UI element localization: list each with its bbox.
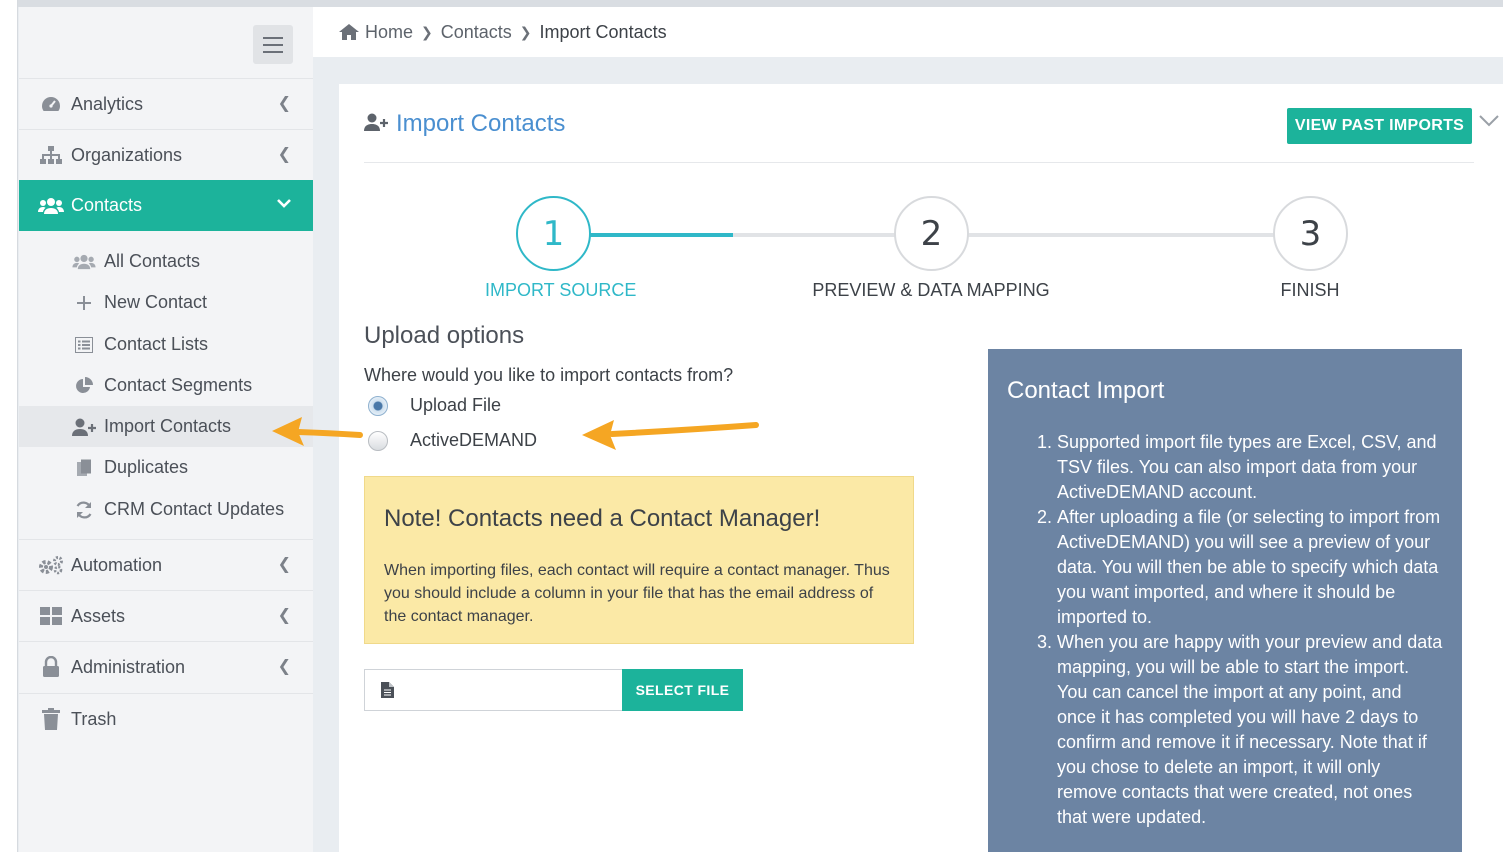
chevron-left-icon: ❮ [277,556,291,573]
sidebar-item-administration[interactable]: Administration ❮ [19,641,313,692]
step-3-label: FINISH [1280,280,1340,300]
chevron-left-icon: ❮ [277,146,291,163]
sidebar-item-label: Administration [71,656,186,677]
step-2-label: PREVIEW & DATA MAPPING [812,280,1050,300]
chevron-left-icon: ❮ [277,607,291,624]
radio-button[interactable] [368,430,388,451]
breadcrumb-current: Import Contacts [539,21,667,42]
sidebar-subitem-label: All Contacts [104,251,201,271]
chevron-left-icon: ❮ [277,95,291,112]
menu-toggle-button[interactable] [253,25,293,64]
import-card: Import Contacts VIEW PAST IMPORTS 1 IMPO… [339,84,1503,852]
list-icon [71,336,97,353]
users-icon [37,197,65,215]
contact-manager-note: Note! Contacts need a Contact Manager! W… [364,476,914,644]
radio-label: ActiveDEMAND [410,430,538,450]
pie-chart-icon [71,376,97,395]
note-title: Note! Contacts need a Contact Manager! [384,505,821,532]
sidebar-subitem-new-contact[interactable]: New Contact [19,282,313,323]
annotation-arrow-left-icon [582,420,759,450]
chevron-left-icon: ❮ [277,658,291,675]
page-title: Import Contacts [364,110,565,138]
sidebar-subitem-crm-contact-updates[interactable]: CRM Contact Updates [19,489,313,530]
page-title-text: Import Contacts [396,110,566,137]
sidebar-item-automation[interactable]: Automation ❮ [19,539,313,590]
sidebar-subitem-label: CRM Contact Updates [104,499,285,519]
sidebar-item-label: Analytics [71,93,144,114]
file-icon [381,682,394,698]
hamburger-icon-bar [263,50,283,53]
users-icon [71,254,97,270]
contact-import-info-panel: Contact Import Supported import file typ… [988,349,1462,852]
note-body: When importing files, each contact will … [384,562,890,625]
sidebar-item-assets[interactable]: Assets ❮ [19,590,313,641]
step-1-circle: 1 [516,196,591,271]
breadcrumb: Home ❯ Contacts ❯ Import Contacts [313,7,1503,57]
step-1-label: IMPORT SOURCE [485,280,637,300]
sidebar-item-label: Contacts [71,195,143,215]
sidebar-subitem-label: Import Contacts [104,416,232,436]
file-input[interactable] [364,669,622,711]
select-file-button[interactable]: SELECT FILE [622,669,743,711]
sidebar-item-contacts[interactable]: Contacts [19,180,313,231]
radio-upload-file[interactable]: Upload File [368,395,501,416]
chevron-right-icon: ❯ [519,23,532,40]
radio-activedemand[interactable]: ActiveDEMAND [368,430,537,451]
gauge-icon [37,95,65,113]
gears-icon [37,555,65,575]
info-list-item: After uploading a file (or selecting to … [1057,505,1443,630]
sidebar-subitem-contact-lists[interactable]: Contact Lists [19,324,313,365]
trash-icon [37,708,65,730]
plus-icon [71,295,97,311]
sidebar-item-label: Organizations [71,144,183,165]
sidebar-subitem-all-contacts[interactable]: All Contacts [19,241,313,282]
stepper-progress [589,233,733,237]
sitemap-icon [37,145,65,165]
user-plus-icon [364,110,388,138]
refresh-icon [71,501,97,519]
sidebar-subitem-label: Contact Lists [104,334,209,354]
sidebar-subitem-label: Duplicates [104,457,189,477]
window-edge [0,0,18,852]
sidebar-item-trash[interactable]: Trash [19,693,313,744]
chevron-down-icon [277,195,291,213]
step-2-circle: 2 [894,196,969,271]
info-list-item: When you are happy with your preview and… [1057,630,1443,830]
sidebar-item-organizations[interactable]: Organizations ❮ [19,129,313,180]
info-title: Contact Import [1007,377,1165,404]
radio-label: Upload File [410,395,502,415]
sidebar-item-label: Trash [71,708,117,729]
chevron-right-icon: ❯ [421,23,433,40]
step-3-circle: 3 [1273,196,1348,271]
import-source-question: Where would you like to import contacts … [364,365,734,385]
sidebar-item-label: Assets [71,605,126,626]
user-plus-icon [71,418,97,436]
grid-icon [37,607,65,625]
divider [364,162,1474,163]
chevron-down-icon[interactable] [1479,114,1499,132]
home-icon [339,24,359,40]
annotation-arrow-left-icon [272,417,363,446]
info-list: Supported import file types are Excel, C… [1007,430,1443,830]
lock-icon [37,656,65,678]
radio-button-selected[interactable] [368,395,388,416]
breadcrumb-home-link[interactable]: Home [365,22,413,43]
hamburger-icon-bar [263,43,283,46]
sidebar-item-analytics[interactable]: Analytics ❮ [19,78,313,129]
sidebar-item-label: Automation [71,554,163,575]
copy-icon [71,459,97,477]
sidebar-subitem-contact-segments[interactable]: Contact Segments [19,365,313,406]
hamburger-icon [263,36,283,39]
top-strip [18,0,1503,7]
breadcrumb-contacts-link[interactable]: Contacts [441,22,512,43]
sidebar-subitem-label: New Contact [104,292,208,312]
info-list-item: Supported import file types are Excel, C… [1057,430,1443,505]
sidebar-subitem-label: Contact Segments [104,375,253,395]
view-past-imports-button[interactable]: VIEW PAST IMPORTS [1287,108,1472,144]
upload-options-heading: Upload options [364,322,525,349]
